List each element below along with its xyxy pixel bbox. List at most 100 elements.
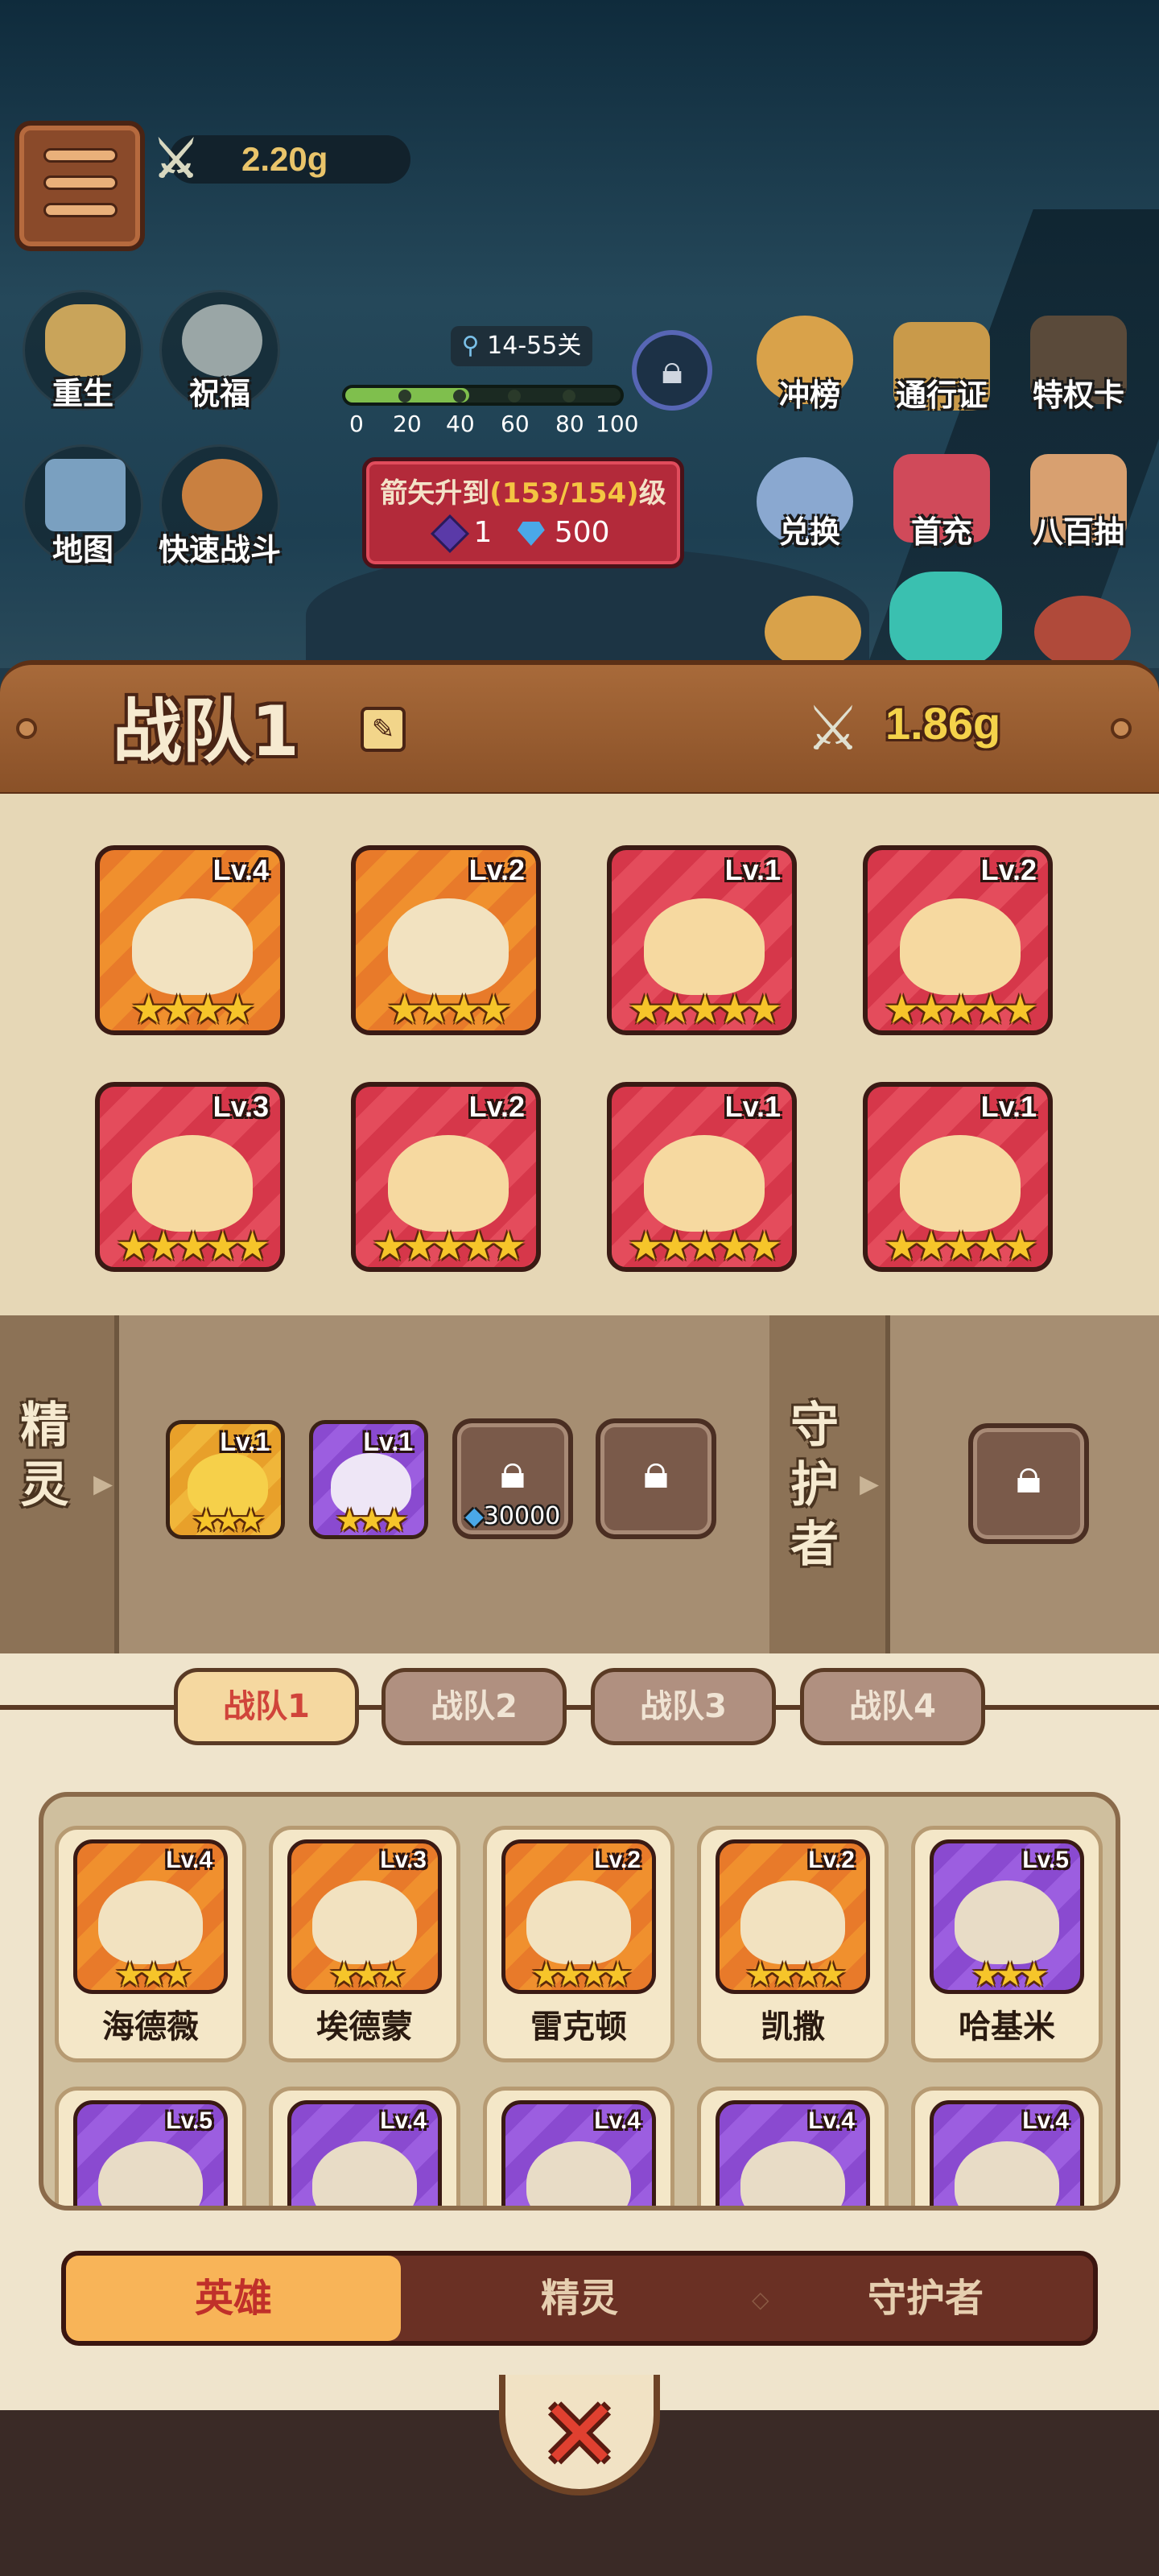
first-recharge-label: 首充 bbox=[910, 514, 972, 550]
roster-hero-card[interactable]: Lv.2 ★★★★ 凯撒 bbox=[697, 1826, 889, 2062]
pencil-icon: ✎ bbox=[371, 713, 395, 745]
hero-name: 雷克顿 bbox=[530, 2008, 627, 2046]
sprite-slot[interactable]: Lv.1 ★★★ bbox=[309, 1420, 428, 1539]
quick-battle-label: 快速战斗 bbox=[158, 532, 281, 568]
lock-icon: 🔒︎ bbox=[1016, 1448, 1041, 1505]
team-hero-slot[interactable]: Lv.2 ★★★★★ bbox=[351, 1082, 541, 1272]
hero-portrait-icon bbox=[388, 898, 509, 995]
star-rating: ★★★★ bbox=[130, 986, 255, 1033]
star-rating: ★★★★ bbox=[530, 1955, 633, 1994]
roster-hero-card[interactable]: Lv.4 bbox=[483, 2087, 674, 2206]
lock-icon: 🔒︎ bbox=[500, 1443, 526, 1500]
lock-icon: 🔒︎ bbox=[661, 346, 683, 393]
blessing-label: 祝福 bbox=[188, 376, 250, 411]
quick-battle-icon bbox=[182, 459, 262, 531]
star-rating: ★★★ bbox=[971, 1955, 1050, 1994]
hero-name: 埃德蒙 bbox=[316, 2008, 413, 2046]
event-icon[interactable] bbox=[765, 596, 861, 668]
star-rating: ★★★★★ bbox=[883, 986, 1038, 1033]
purple-gem-icon bbox=[431, 514, 470, 554]
hero-portrait-icon bbox=[644, 1135, 765, 1232]
tab-guardians[interactable]: 守护者 bbox=[757, 2256, 1095, 2341]
star-rating: ★★★★★ bbox=[371, 1223, 526, 1269]
locked-sprite-slot[interactable]: 🔒︎ ◆30000 bbox=[452, 1418, 573, 1539]
stage-lock-button[interactable]: 🔒︎ bbox=[632, 330, 712, 411]
team-hero-slot[interactable]: Lv.1 ★★★★★ bbox=[607, 1082, 797, 1272]
roster-hero-card[interactable]: Lv.5 ★★★ 哈基米 bbox=[911, 1826, 1103, 2062]
hero-portrait-icon bbox=[526, 2141, 631, 2206]
team-hero-slot[interactable]: Lv.1 ★★★★★ bbox=[607, 845, 797, 1035]
star-rating: ★★★ bbox=[335, 1502, 409, 1539]
close-button[interactable]: ✕ bbox=[534, 2388, 625, 2484]
hero-portrait-icon bbox=[644, 898, 765, 995]
team-power: 1.86g bbox=[885, 698, 1001, 749]
team-hero-slot[interactable]: Lv.2 ★★★★★ bbox=[863, 845, 1053, 1035]
sprite-section-tab[interactable]: 精灵 ▸ bbox=[0, 1315, 119, 1653]
tab-team-2[interactable]: 战队2 bbox=[382, 1668, 567, 1745]
team-hero-slot[interactable]: Lv.1 ★★★★★ bbox=[863, 1082, 1053, 1272]
blessing-icon bbox=[182, 304, 262, 377]
star-rating: ★★★ bbox=[328, 1955, 407, 1994]
eight-hundred-draw-label: 八百抽 bbox=[1032, 514, 1124, 550]
roster-hero-card[interactable]: Lv.2 ★★★★ 雷克顿 bbox=[483, 1826, 674, 2062]
stage-progress-bar bbox=[342, 385, 624, 406]
crossed-swords-icon: ⚔ bbox=[805, 692, 861, 764]
close-icon: ✕ bbox=[538, 2380, 621, 2491]
chevron-right-icon: ▸ bbox=[860, 1460, 880, 1505]
total-power: ⚔ 2.20g bbox=[153, 130, 410, 188]
locked-guardian-slot[interactable]: 🔒︎ bbox=[968, 1423, 1089, 1544]
hero-portrait-icon bbox=[900, 1135, 1021, 1232]
tab-team-3[interactable]: 战队3 bbox=[591, 1668, 776, 1745]
star-rating: ★★★★★ bbox=[883, 1223, 1038, 1269]
tab-sprites[interactable]: 精灵 bbox=[410, 2256, 749, 2341]
team-hero-slot[interactable]: Lv.2 ★★★★ bbox=[351, 845, 541, 1035]
team-title: 战队1 bbox=[113, 691, 299, 772]
nail-left bbox=[16, 718, 37, 739]
roster-hero-card[interactable]: Lv.4 bbox=[697, 2087, 889, 2206]
team-hero-slot[interactable]: Lv.3 ★★★★★ bbox=[95, 1082, 285, 1272]
pass-label: 通行证 bbox=[895, 378, 988, 413]
treasure-icon[interactable] bbox=[889, 572, 1002, 668]
roster-hero-card[interactable]: Lv.4 ★★★ 海德薇 bbox=[55, 1826, 246, 2062]
star-rating: ★★★★★ bbox=[627, 1223, 782, 1269]
hero-name: 海德薇 bbox=[102, 2008, 199, 2046]
team-hero-slot[interactable]: Lv.4 ★★★★ bbox=[95, 845, 285, 1035]
edit-team-name-button[interactable]: ✎ bbox=[361, 707, 406, 752]
axe-icon[interactable] bbox=[1034, 596, 1131, 668]
stage-label: ⚲ 14-55关 bbox=[451, 326, 592, 366]
crossed-swords-icon: ⚔ bbox=[153, 130, 200, 188]
chevron-right-icon: ▸ bbox=[93, 1460, 113, 1505]
roster-hero-card[interactable]: Lv.5 bbox=[55, 2087, 246, 2206]
roster-hero-card[interactable]: Lv.4 bbox=[911, 2087, 1103, 2206]
locked-sprite-slot[interactable]: 🔒︎ bbox=[596, 1418, 716, 1539]
hero-portrait-icon bbox=[98, 2141, 203, 2206]
star-rating: ★★★★ bbox=[744, 1955, 848, 1994]
guardian-section-tab[interactable]: 守护者 ▸ bbox=[769, 1315, 890, 1653]
hero-portrait-icon bbox=[955, 2141, 1059, 2206]
menu-button[interactable] bbox=[14, 121, 145, 251]
progress-ticks: 0 20 40 60 80 100 bbox=[349, 411, 639, 437]
star-rating: ★★★★★ bbox=[627, 986, 782, 1033]
hero-portrait-icon bbox=[132, 1135, 253, 1232]
sprite-slot[interactable]: Lv.1 ★★★ bbox=[166, 1420, 285, 1539]
hero-portrait-icon bbox=[98, 1880, 203, 1964]
hero-name: 凯撒 bbox=[761, 2008, 825, 2046]
map-icon bbox=[45, 459, 126, 531]
hero-portrait-icon bbox=[312, 1880, 417, 1964]
menu-icon bbox=[43, 148, 118, 163]
roster-hero-card[interactable]: Lv.3 ★★★ 埃德蒙 bbox=[269, 1826, 460, 2062]
tab-team-4[interactable]: 战队4 bbox=[800, 1668, 985, 1745]
arrow-upgrade-button[interactable]: 箭矢升到(153/154)级 1 500 bbox=[362, 457, 684, 568]
lock-icon: 🔒︎ bbox=[643, 1443, 669, 1500]
roster-hero-card[interactable]: Lv.4 bbox=[269, 2087, 460, 2206]
privilege-card-label: 特权卡 bbox=[1032, 378, 1124, 413]
hero-roster[interactable]: Lv.4 ★★★ 海德薇 Lv.3 ★★★ 埃德蒙 Lv.2 ★★★★ 雷克顿 Lv.2 ★★★★ 凯… bbox=[39, 1792, 1120, 2211]
exchange-label: 兑换 bbox=[778, 514, 840, 550]
tab-heroes[interactable]: 英雄 bbox=[66, 2256, 401, 2341]
rebirth-icon bbox=[45, 304, 126, 377]
hero-portrait-icon bbox=[132, 898, 253, 995]
hero-portrait-icon bbox=[526, 1880, 631, 1964]
hero-name: 哈基米 bbox=[959, 2008, 1055, 2046]
tab-team-1[interactable]: 战队1 bbox=[174, 1668, 359, 1745]
star-rating: ★★★ bbox=[192, 1502, 266, 1539]
